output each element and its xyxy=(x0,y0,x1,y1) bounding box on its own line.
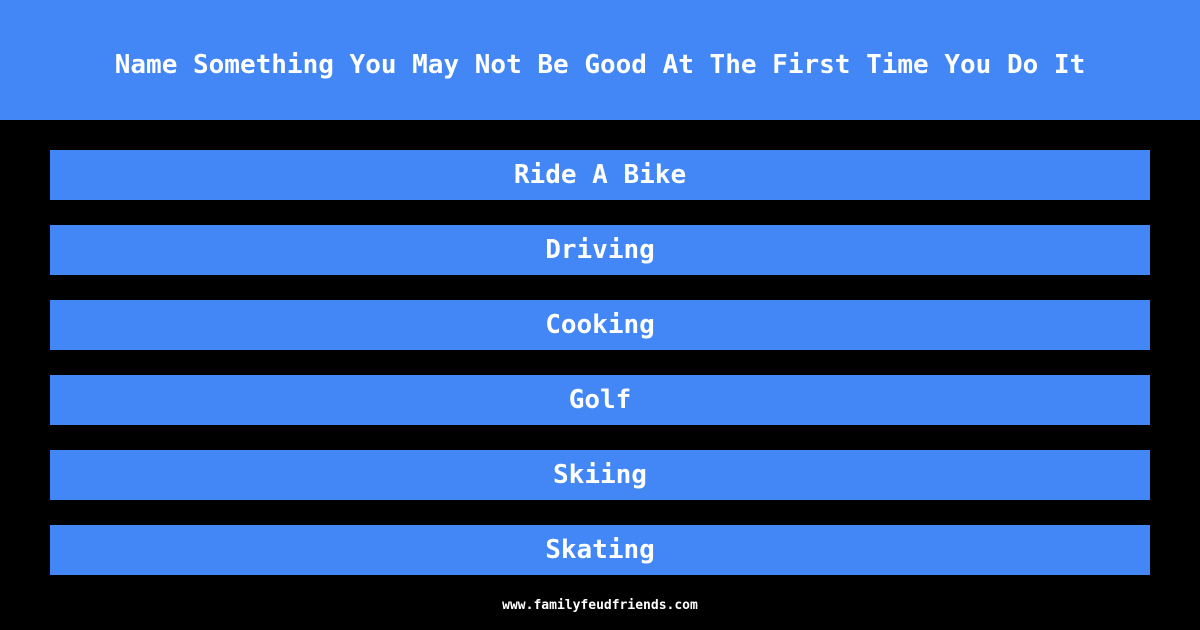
site-url: www.familyfeudfriends.com xyxy=(502,598,698,613)
answer-list: Ride A Bike Driving Cooking Golf Skiing … xyxy=(50,150,1150,600)
question-title: Name Something You May Not Be Good At Th… xyxy=(114,50,1086,80)
answer-item: Skating xyxy=(50,525,1150,575)
answer-item: Cooking xyxy=(50,300,1150,350)
answer-item: Driving xyxy=(50,225,1150,275)
answer-item: Skiing xyxy=(50,450,1150,500)
answer-item: Ride A Bike xyxy=(50,150,1150,200)
question-header: Name Something You May Not Be Good At Th… xyxy=(0,0,1200,120)
answer-item: Golf xyxy=(50,375,1150,425)
